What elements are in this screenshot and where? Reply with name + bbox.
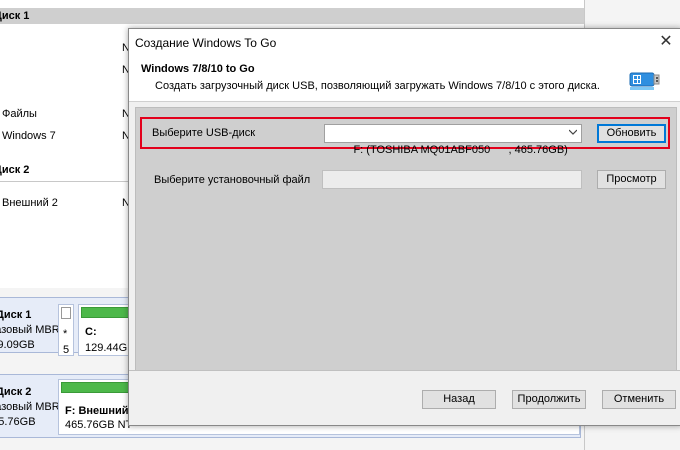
file-label: Выберите установочный файл <box>154 174 311 186</box>
usb-select-row: Выберите USB-диск F: (TOSHIBA MQ01ABF050… <box>140 117 670 156</box>
volume-name[interactable]: Windows 7 <box>2 130 56 142</box>
usb-disk-select[interactable]: F: (TOSHIBA MQ01ABF050 , 465.76GB) <box>324 124 582 156</box>
dialog-footer: Назад Продолжить Отменить <box>129 370 680 425</box>
windows-to-go-dialog: Создание Windows To Go ✕ Windows 7/8/10 … <box>128 28 680 426</box>
partition-label: C: <box>85 326 97 338</box>
disk-group-label: Диск 1 <box>0 10 30 22</box>
partition-label: F: Внешний <box>65 405 129 417</box>
back-button[interactable]: Назад <box>422 390 496 409</box>
install-file-input[interactable] <box>322 170 582 189</box>
header-subtitle: Создать загрузочный диск USB, позволяющи… <box>155 80 600 92</box>
partition-size: 465.76GB NT <box>65 419 133 431</box>
partition-block[interactable]: * 5 <box>58 304 74 356</box>
partition-bar <box>61 307 71 319</box>
partition-size: 129.44G <box>85 342 128 354</box>
partition-size: 5 <box>63 344 70 356</box>
disk-type: Базовый MBR <box>0 401 60 413</box>
dialog-header: Windows 7/8/10 to Go Создать загрузочный… <box>129 57 680 102</box>
volume-name[interactable]: Файлы <box>2 108 37 120</box>
refresh-button[interactable]: Обновить <box>597 124 666 143</box>
close-button[interactable]: ✕ <box>651 29 680 57</box>
disk-group-header: Диск 1 <box>0 8 584 24</box>
browse-button[interactable]: Просмотр <box>597 170 666 189</box>
usb-label: Выберите USB-диск <box>152 127 256 139</box>
partition-label: * <box>63 328 68 340</box>
usb-drive-icon <box>629 72 660 90</box>
usb-disk-value: F: (TOSHIBA MQ01ABF050 , 465.76GB) <box>353 144 568 156</box>
disk-type: Базовый MBR <box>0 324 60 336</box>
close-icon: ✕ <box>659 33 673 50</box>
volume-name[interactable]: Внешний 2 <box>2 197 58 209</box>
dialog-body: Выберите USB-диск F: (TOSHIBA MQ01ABF050… <box>135 107 677 371</box>
disk-size: 119.09GB <box>0 339 35 351</box>
header-title: Windows 7/8/10 to Go <box>141 63 255 75</box>
dialog-titlebar[interactable]: Создание Windows To Go ✕ <box>129 29 680 57</box>
disk-size: 465.76GB <box>0 416 36 428</box>
continue-button[interactable]: Продолжить <box>512 390 586 409</box>
disk-group-label: Диск 2 <box>0 164 30 176</box>
divider <box>0 181 128 182</box>
chevron-down-icon <box>569 129 577 135</box>
dialog-title: Создание Windows To Go <box>135 36 277 50</box>
cancel-button[interactable]: Отменить <box>602 390 676 409</box>
